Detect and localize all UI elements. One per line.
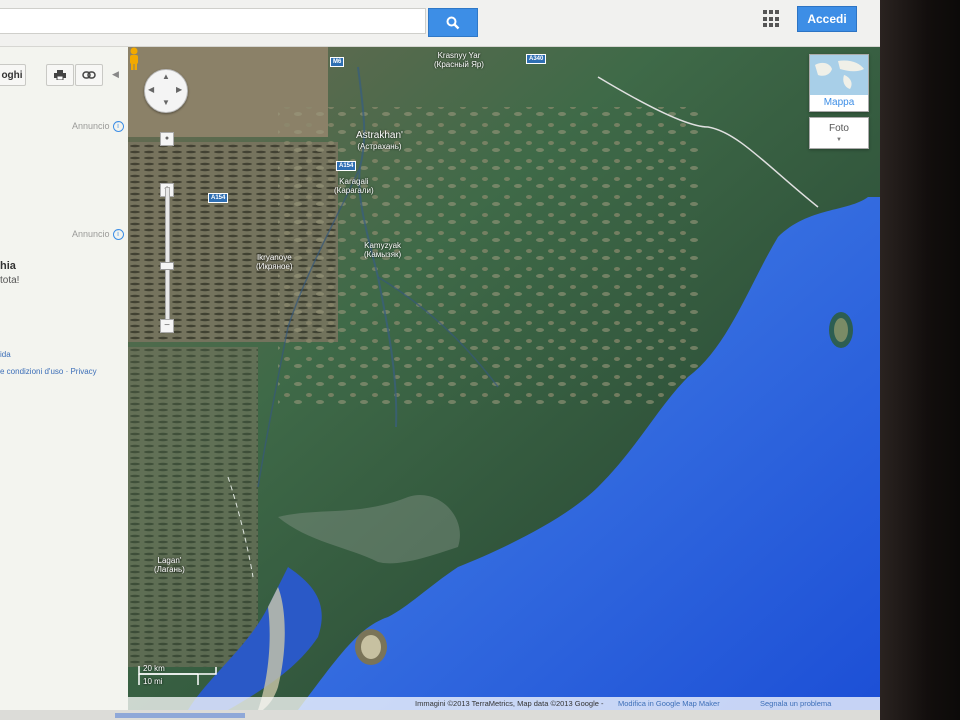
place-label-karagali[interactable]: Karagali (Карагали) [334, 177, 374, 195]
map-layer-button[interactable]: Mappa [809, 54, 869, 112]
place-label-krasnyy-yar[interactable]: Krasnyy Yar (Красный Яр) [434, 51, 484, 69]
left-panel: oghi ◀ Annuncio i Annuncio i hia tota! ida… [0, 47, 128, 720]
ad-label-1: Annuncio i [72, 121, 124, 133]
place-label-lagan[interactable]: Lagan' (Лагань) [154, 556, 185, 574]
info-icon[interactable]: i [112, 121, 124, 133]
scale-bar: 20 km 10 mi [138, 663, 218, 689]
zoom-slider-knob[interactable] [160, 262, 174, 270]
satellite-imagery [128, 47, 880, 710]
pan-up-icon[interactable]: ▲ [162, 72, 170, 81]
search-button[interactable] [428, 8, 478, 37]
pan-control[interactable]: ▲ ▼ ◀ ▶ [144, 69, 188, 113]
photo-layer-button[interactable]: Foto ▼ [809, 117, 869, 149]
road-shield-a154: A154 [208, 193, 229, 203]
link-button[interactable] [75, 64, 103, 86]
search-input[interactable] [0, 8, 426, 34]
place-label-ikryanoye[interactable]: Ikryanoye (Икряное) [256, 253, 293, 271]
help-link[interactable]: ida [0, 350, 11, 359]
attribution-text: Immagini ©2013 TerraMetrics, Map data ©2… [415, 699, 604, 708]
scale-km-label: 20 km [143, 664, 165, 673]
chevron-down-icon: ▼ [836, 137, 842, 143]
ad-label-2: Annuncio i [72, 229, 124, 241]
road-shield-a340: A340 [526, 54, 547, 64]
ad-title[interactable]: hia [0, 260, 16, 272]
top-bar: Accedi [0, 0, 880, 47]
scale-mi-label: 10 mi [143, 677, 163, 686]
report-problem-link[interactable]: Segnala un problema [760, 699, 831, 708]
pan-right-icon[interactable]: ▶ [176, 85, 182, 94]
collapse-arrow-icon[interactable]: ◀ [112, 69, 119, 80]
zoom-reset-button[interactable]: ● [160, 132, 174, 146]
info-icon[interactable]: i [112, 229, 124, 241]
map-layer-label: Mappa [823, 97, 855, 108]
pan-left-icon[interactable]: ◀ [148, 85, 154, 94]
monitor-bezel [880, 0, 960, 720]
place-label-kamyzyak[interactable]: Kamyzyak (Камызяк) [364, 241, 401, 259]
search-icon [446, 16, 460, 29]
zoom-slider-track[interactable] [165, 187, 170, 329]
share-button[interactable]: oghi [0, 64, 26, 86]
attribution-bar: Immagini ©2013 TerraMetrics, Map data ©2… [128, 697, 880, 710]
map-maker-link[interactable]: Modifica in Google Map Maker [618, 699, 720, 708]
road-shield-m6: M6 [330, 57, 345, 67]
apps-grid-icon[interactable] [763, 10, 781, 28]
photo-layer-label: Foto [828, 123, 849, 134]
ad-subtitle: tota! [0, 275, 20, 286]
browser-screen: Accedi oghi ◀ Annuncio i Annuncio i hia to… [0, 0, 880, 720]
link-icon [82, 71, 96, 79]
terms-privacy-link[interactable]: e condizioni d'uso · Privacy [0, 367, 97, 376]
pan-down-icon[interactable]: ▼ [162, 98, 170, 107]
pegman-icon[interactable] [128, 47, 140, 71]
sign-in-button[interactable]: Accedi [797, 6, 857, 32]
map-thumbnail [810, 55, 868, 95]
toolbar: oghi ◀ [0, 61, 128, 91]
zoom-out-button[interactable]: − [160, 319, 174, 333]
print-icon [54, 70, 66, 80]
road-shield-a154: A154 [336, 161, 357, 171]
place-label-astrakhan[interactable]: Astrakhan' (Астрахань) [356, 130, 403, 152]
scrollbar-thumb[interactable] [115, 713, 245, 718]
print-button[interactable] [46, 64, 74, 86]
satellite-map[interactable]: M6 A340 A154 A154 Krasnyy Yar (Красный Яр… [128, 47, 880, 710]
